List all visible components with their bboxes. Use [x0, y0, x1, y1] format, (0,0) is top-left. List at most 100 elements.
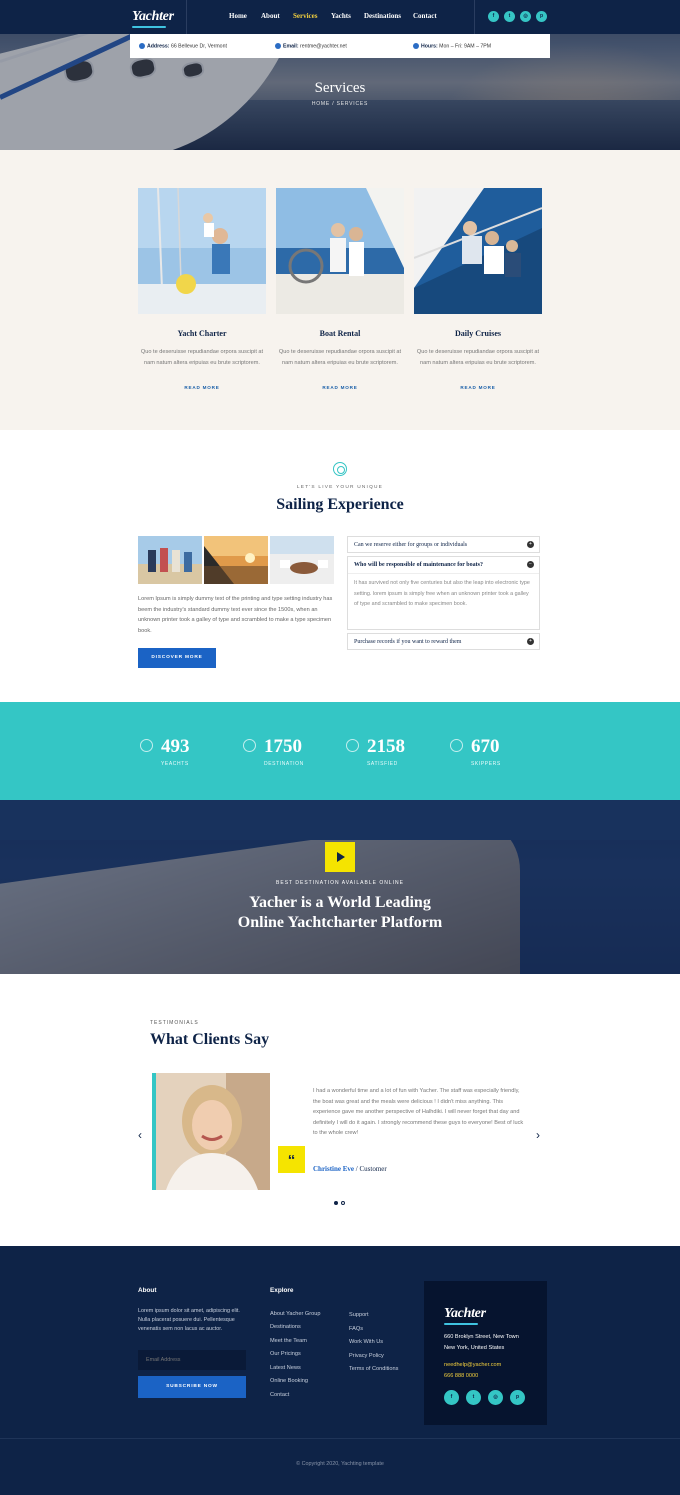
slider-dot[interactable] [341, 1201, 345, 1205]
slider-dot-active[interactable] [334, 1201, 338, 1205]
email-value[interactable]: rentme@yachter.net [300, 43, 347, 49]
service-title: Boat Rental [319, 329, 361, 338]
nav-services[interactable]: Services [293, 12, 318, 20]
section-title: Sailing Experience [276, 496, 404, 513]
twitter-icon[interactable]: t [466, 1390, 481, 1405]
faq-item-open[interactable]: Who will be responsible of maintenance f… [347, 556, 540, 630]
breadcrumb[interactable]: HOME / SERVICES [0, 101, 680, 107]
discover-more-button[interactable]: DISCOVER MORE [138, 648, 216, 668]
logo-text: Yachter [444, 1306, 486, 1321]
address-value: 66 Bellevue Dr, Vermont [170, 43, 227, 50]
service-description: Quo te deseruisse repudiandae orpora sus… [278, 349, 402, 366]
read-more-link[interactable]: READ MORE [138, 385, 266, 390]
stat-value: 670 [471, 736, 500, 757]
island-icon [243, 739, 256, 752]
stat-label: YEACHTS [161, 761, 189, 767]
faq-answer: It has survived not only five centuries … [348, 573, 539, 616]
footer-email[interactable]: needhelp@yacher.com [444, 1360, 501, 1371]
location-icon [139, 43, 145, 49]
video-title-line1: Yacher is a World Leading [249, 894, 431, 911]
email-label: Email: [283, 43, 299, 50]
nav-home[interactable]: Home [229, 12, 247, 20]
footer-address-line1: 660 Broklyn Street, New Town [444, 1334, 519, 1340]
footer-address-line2: New York, United States [444, 1345, 505, 1351]
helm-icon [333, 462, 347, 476]
testimonials-title: What Clients Say [150, 1031, 270, 1048]
service-image-boat-rental[interactable] [276, 188, 404, 314]
read-more-link[interactable]: READ MORE [276, 385, 404, 390]
info-hours: Hours: Mon – Fri: 9AM – 7PM [413, 43, 491, 49]
nav-divider [186, 0, 187, 34]
mail-icon [275, 43, 281, 49]
minus-icon[interactable]: − [527, 561, 534, 568]
quote-icon: “ [278, 1146, 305, 1173]
hours-value: Mon – Fri: 9AM – 7PM [439, 43, 492, 50]
video-title-line2: Online Yachtcharter Platform [237, 914, 443, 931]
brand-logo[interactable]: Yachter [132, 9, 174, 28]
client-photo [156, 1073, 270, 1190]
testimonial-text: I had a wonderful time and a lot of fun … [313, 1088, 524, 1137]
testimonials-kicker: TESTIMONIALS [150, 1020, 199, 1026]
instagram-icon[interactable]: ◎ [520, 11, 531, 22]
stat-value: 493 [161, 736, 190, 757]
footer-divider [0, 1438, 680, 1439]
play-video-button[interactable] [325, 842, 355, 872]
footer-link[interactable]: Meet the Team [270, 1338, 307, 1344]
info-address: Address: 66 Bellevue Dr, Vermont [139, 43, 227, 49]
faq-item[interactable]: Purchase records if you want to reward t… [347, 633, 540, 650]
footer-link[interactable]: Contact [270, 1392, 289, 1398]
page-title: Services [314, 80, 366, 96]
twitter-icon[interactable]: t [504, 11, 515, 22]
footer-link[interactable]: Our Pricings [270, 1351, 301, 1357]
section-kicker: LET'S LIVE YOUR UNIQUE [296, 485, 384, 490]
footer-link[interactable]: Terms of Conditions [349, 1366, 398, 1372]
nav-yachts[interactable]: Yachts [331, 12, 351, 20]
smile-icon [346, 739, 359, 752]
footer-link[interactable]: Privacy Policy [349, 1353, 384, 1359]
faq-question: Purchase records if you want to reward t… [354, 639, 462, 645]
faq-item[interactable]: Can we reserve either for groups or indi… [347, 536, 540, 553]
sailboat-icon [140, 739, 153, 752]
nav-divider [474, 0, 475, 34]
service-description: Quo te deseruisse repudiandae orpora sus… [416, 349, 540, 366]
newsletter-email-input[interactable] [138, 1350, 246, 1370]
clock-icon [413, 43, 419, 49]
subscribe-button[interactable]: SUBSCRIBE NOW [138, 1376, 246, 1398]
footer-link[interactable]: About Yacher Group [270, 1311, 320, 1317]
info-email: Email: rentme@yachter.net [275, 43, 347, 49]
footer-phone[interactable]: 666 888 0000 [444, 1371, 478, 1382]
service-image-yacht-charter[interactable] [138, 188, 266, 314]
stat-value: 1750 [264, 736, 302, 757]
address-label: Address: [147, 43, 170, 50]
experience-image-deck [270, 536, 334, 584]
faq-question: Can we reserve either for groups or indi… [354, 542, 468, 548]
footer [0, 1246, 680, 1495]
footer-explore-title: Explore [270, 1287, 294, 1294]
hours-label: Hours: [421, 43, 438, 50]
read-more-link[interactable]: READ MORE [414, 385, 542, 390]
facebook-icon[interactable]: f [444, 1390, 459, 1405]
footer-link[interactable]: Work With Us [349, 1339, 383, 1345]
prev-arrow-icon[interactable]: ‹ [138, 1128, 142, 1142]
facebook-icon[interactable]: f [488, 11, 499, 22]
footer-link[interactable]: Support [349, 1312, 369, 1318]
service-image-daily-cruises[interactable] [414, 188, 542, 314]
plus-icon[interactable]: + [527, 638, 534, 645]
footer-link[interactable]: FAQs [349, 1326, 363, 1332]
footer-link[interactable]: Latest News [270, 1365, 301, 1371]
footer-link[interactable]: Online Booking [270, 1378, 308, 1384]
nav-about[interactable]: About [261, 12, 280, 20]
author-role: Customer [359, 1165, 387, 1173]
footer-link[interactable]: Destinations [270, 1324, 301, 1330]
plus-icon[interactable]: + [527, 541, 534, 548]
nav-contact[interactable]: Contact [413, 12, 437, 20]
pinterest-icon[interactable]: p [536, 11, 547, 22]
footer-logo[interactable]: Yachter [444, 1306, 486, 1325]
faq-question: Who will be responsible of maintenance f… [354, 562, 483, 568]
instagram-icon[interactable]: ◎ [488, 1390, 503, 1405]
copyright: © Copyright 2020, Yachting template [296, 1461, 384, 1467]
pinterest-icon[interactable]: p [510, 1390, 525, 1405]
video-tint [0, 800, 680, 974]
nav-destinations[interactable]: Destinations [364, 12, 401, 20]
next-arrow-icon[interactable]: › [536, 1128, 540, 1142]
